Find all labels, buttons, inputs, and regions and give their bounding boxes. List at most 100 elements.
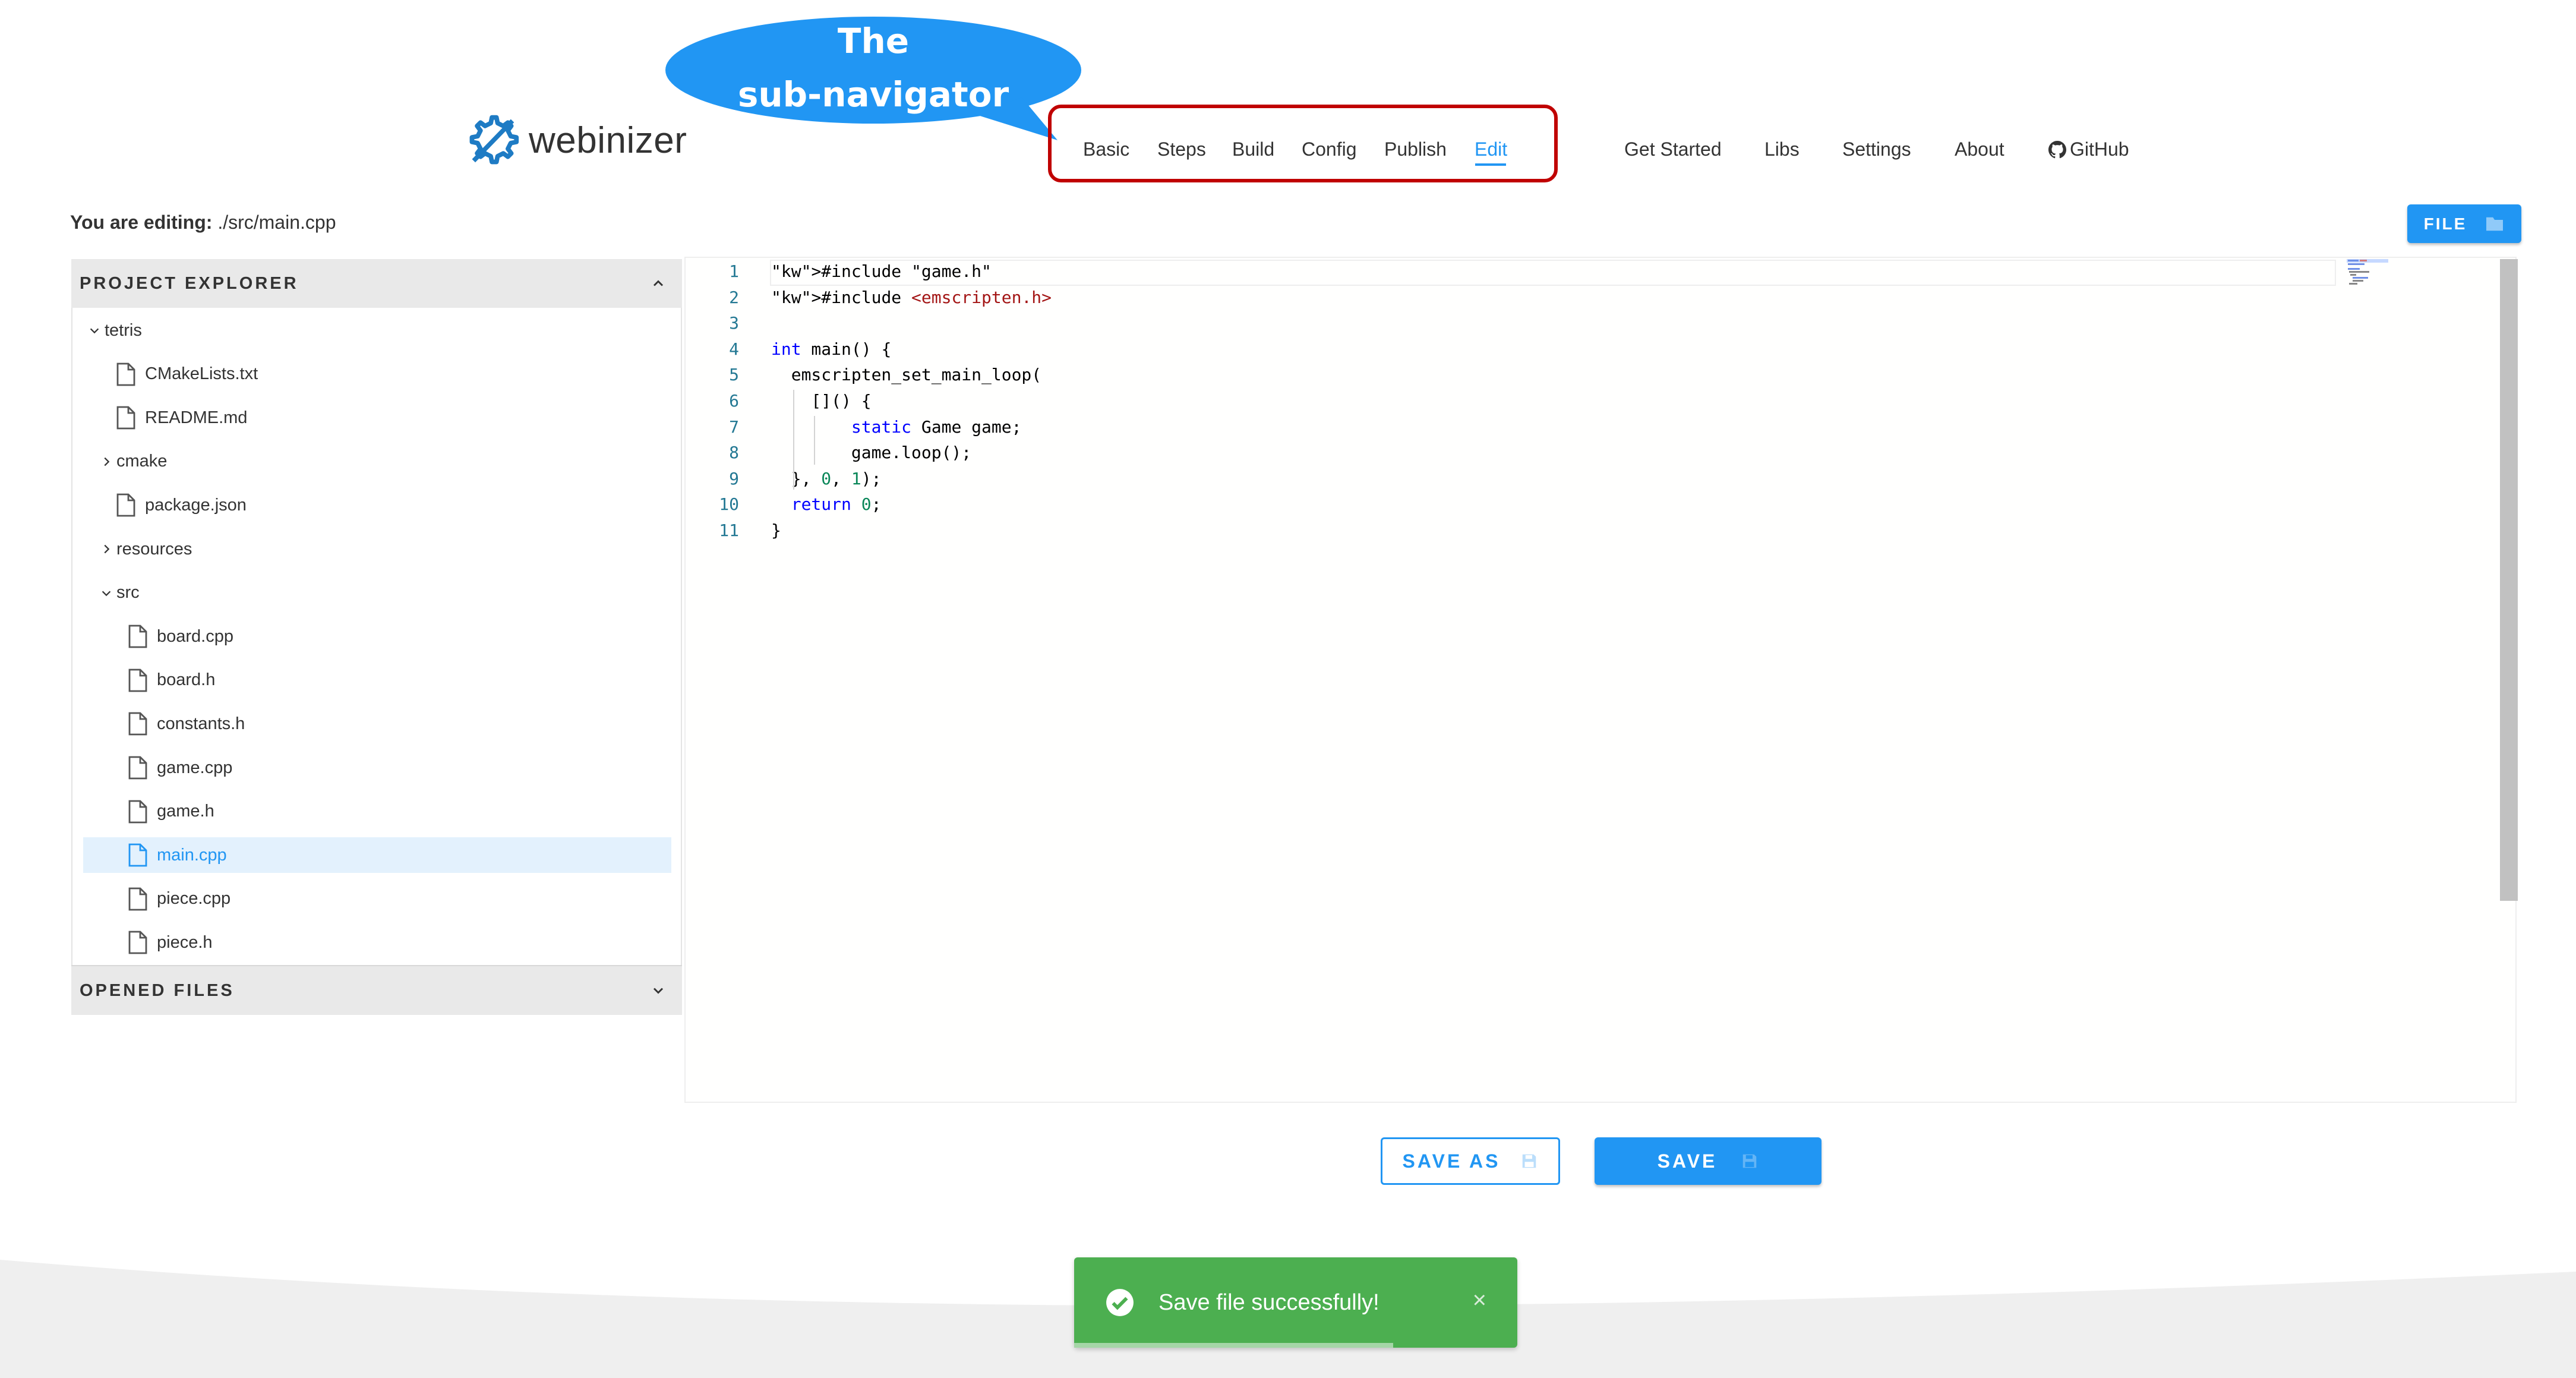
code-line[interactable]: "kw">#include <emscripten.h> <box>771 288 1052 307</box>
chevron-up-icon[interactable] <box>650 275 667 292</box>
chevron-down-icon[interactable] <box>650 982 667 999</box>
save-label: SAVE <box>1657 1150 1718 1172</box>
gear-slash-logo-icon <box>469 115 519 165</box>
tree-folder[interactable]: cmake <box>96 444 167 480</box>
line-number: 3 <box>729 313 739 333</box>
code-line[interactable]: return 0; <box>771 494 882 514</box>
project-explorer-header[interactable]: PROJECT EXPLORER <box>71 259 682 308</box>
file-icon <box>116 406 135 430</box>
tree-item-label: piece.h <box>157 932 213 952</box>
tree-folder[interactable]: resources <box>96 531 192 567</box>
floppy-disk-icon <box>1523 1154 1536 1168</box>
tree-file[interactable]: constants.h <box>128 706 245 742</box>
save-as-label: SAVE AS <box>1402 1150 1501 1172</box>
line-number: 4 <box>729 339 739 359</box>
tree-folder[interactable]: src <box>96 575 140 611</box>
opened-files-title: OPENED FILES <box>80 980 235 1000</box>
check-circle-icon <box>1106 1289 1134 1316</box>
nav-about[interactable]: About <box>1955 138 2004 160</box>
code-line[interactable]: game.loop(); <box>771 443 971 462</box>
subnav-edit[interactable]: Edit <box>1475 138 1507 160</box>
close-icon[interactable]: × <box>1473 1287 1486 1314</box>
line-number: 5 <box>729 365 739 385</box>
tree-file[interactable]: CMakeLists.txt <box>116 357 258 392</box>
file-menu-button[interactable]: FILE <box>2407 204 2521 243</box>
github-icon <box>2048 140 2066 158</box>
chevron-right-icon[interactable] <box>96 543 116 556</box>
tree-file[interactable]: piece.h <box>128 925 213 960</box>
subnav-build[interactable]: Build <box>1232 138 1274 160</box>
code-line[interactable]: emscripten_set_main_loop( <box>771 365 1041 384</box>
tree-item-label: game.h <box>157 802 214 821</box>
code-line[interactable]: []() { <box>771 391 871 411</box>
subnav-basic[interactable]: Basic <box>1083 138 1129 160</box>
line-number: 7 <box>729 417 739 437</box>
line-number: 11 <box>719 521 739 540</box>
save-as-button[interactable]: SAVE AS <box>1381 1137 1560 1185</box>
tree-item-label: constants.h <box>157 714 245 733</box>
file-icon <box>116 493 135 517</box>
file-button-label: FILE <box>2423 214 2467 233</box>
code-line[interactable]: }, 0, 1); <box>771 469 882 488</box>
tree-file[interactable]: README.md <box>116 400 247 436</box>
nav-settings[interactable]: Settings <box>1842 138 1911 160</box>
tree-item-label: board.h <box>157 670 216 690</box>
subnav-active-indicator <box>1475 163 1506 166</box>
toast-progress-bar <box>1074 1343 1394 1348</box>
brand-logo[interactable]: webinizer <box>463 112 687 169</box>
nav-libs[interactable]: Libs <box>1764 138 1800 160</box>
line-number: 8 <box>729 443 739 463</box>
tree-item-label: board.cpp <box>157 626 233 646</box>
indent-guide <box>814 416 815 465</box>
tree-file[interactable]: board.cpp <box>128 619 233 654</box>
tree-item-label: tetris <box>105 320 142 340</box>
editing-path: You are editing: ./src/main.cpp <box>70 212 336 234</box>
github-label: GitHub <box>2070 138 2129 160</box>
line-number: 9 <box>729 468 739 488</box>
line-number: 2 <box>729 287 739 307</box>
tree-file[interactable]: board.h <box>128 663 215 698</box>
tree-item-label: package.json <box>145 495 247 515</box>
tree-file[interactable]: main.cpp <box>83 837 671 874</box>
tree-file[interactable]: piece.cpp <box>128 881 231 917</box>
tree-file[interactable]: game.cpp <box>128 750 232 786</box>
tree-folder[interactable]: tetris <box>84 313 142 348</box>
file-icon <box>128 712 147 736</box>
code-line[interactable]: static Game game; <box>771 417 1022 437</box>
tree-file[interactable]: game.h <box>128 794 214 830</box>
editing-file-path: ./src/main.cpp <box>217 212 336 233</box>
save-button[interactable]: SAVE <box>1595 1137 1821 1185</box>
callout-line-2: sub-navigator <box>737 74 1009 115</box>
opened-files-header[interactable]: OPENED FILES <box>71 965 682 1015</box>
code-line[interactable]: "kw">#include "game.h" <box>771 261 992 281</box>
success-toast: Save file successfully! × <box>1074 1257 1517 1348</box>
current-line-highlight <box>770 260 2336 286</box>
file-icon <box>128 668 147 692</box>
nav-github[interactable]: GitHub <box>2048 138 2129 160</box>
tree-item-label: README.md <box>145 408 248 427</box>
indent-guide <box>793 390 794 490</box>
subnav-publish[interactable]: Publish <box>1384 138 1447 160</box>
project-explorer-title: PROJECT EXPLORER <box>80 273 299 293</box>
file-icon <box>128 800 147 823</box>
editor-minimap[interactable] <box>2347 259 2388 289</box>
file-icon <box>116 362 135 386</box>
subnav-config[interactable]: Config <box>1302 138 1357 160</box>
chevron-down-icon[interactable] <box>96 586 116 600</box>
tree-file[interactable]: package.json <box>116 487 247 523</box>
tree-item-label: piece.cpp <box>157 889 231 909</box>
chevron-down-icon[interactable] <box>84 324 105 337</box>
editor-scrollbar[interactable] <box>2500 259 2518 901</box>
toast-message: Save file successfully! <box>1158 1289 1379 1315</box>
subnav-steps[interactable]: Steps <box>1157 138 1206 160</box>
file-icon <box>128 931 147 954</box>
chevron-right-icon[interactable] <box>96 455 116 468</box>
code-line[interactable]: } <box>771 521 781 540</box>
tree-item-label: CMakeLists.txt <box>145 364 258 384</box>
editing-label: You are editing: <box>70 212 213 233</box>
tree-item-label: main.cpp <box>157 845 227 865</box>
tree-item-label: game.cpp <box>157 758 233 777</box>
nav-get-started[interactable]: Get Started <box>1624 138 1722 160</box>
file-icon <box>128 843 147 867</box>
code-line[interactable]: int main() { <box>771 339 891 359</box>
